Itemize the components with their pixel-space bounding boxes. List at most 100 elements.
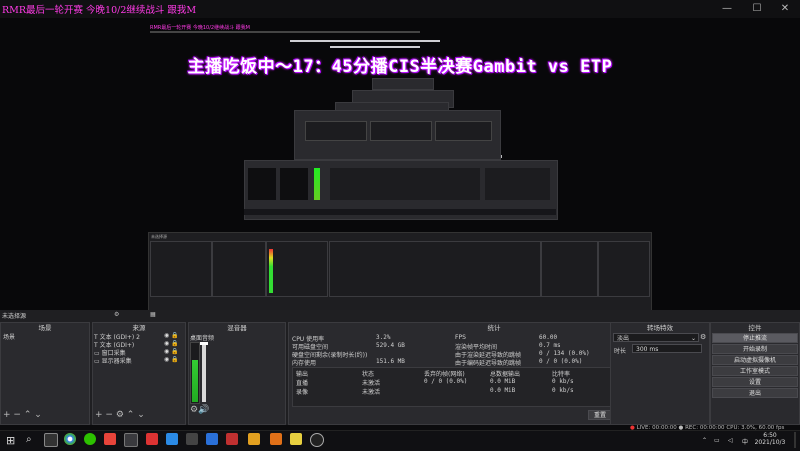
source-item[interactable]: ▭ 显示器采集: [94, 356, 140, 365]
nested-preview: [305, 121, 367, 141]
volume-slider[interactable]: [202, 342, 206, 402]
move-up-icon[interactable]: ⌃: [127, 410, 135, 420]
mixer-footer: ⚙🔊: [190, 405, 209, 415]
clock-time: 6:50: [763, 432, 777, 439]
monitor-icon: ▭: [94, 358, 100, 365]
transitions-header: 转场特效: [647, 324, 673, 332]
source-toggles: ◉ 🔒 ◉ 🔒 ◉ 🔒 ◉ 🔒: [164, 332, 179, 364]
wechat-icon[interactable]: [84, 433, 96, 445]
source-item[interactable]: T 文本 (GDI+) 2: [94, 332, 140, 341]
exit-button[interactable]: 退出: [712, 388, 798, 398]
move-down-icon[interactable]: ⌄: [34, 410, 42, 420]
clock-date: 2021/10/3: [754, 439, 786, 446]
obs-icon[interactable]: [310, 433, 324, 447]
nested-transitions: [541, 241, 598, 297]
source-item[interactable]: ▭ 窗口采集: [94, 348, 140, 357]
visibility-eye-icon[interactable]: ◉ 🔒: [164, 356, 179, 364]
app-icon[interactable]: [226, 433, 238, 445]
source-item[interactable]: T 文本 (GDI+): [94, 340, 140, 349]
scene-item[interactable]: 场景: [3, 332, 15, 341]
gear-icon[interactable]: ⚙: [190, 405, 198, 415]
preview-canvas[interactable]: RMR最后一轮开赛 今晚10/2继续战斗 跟我M 主播吃饭中～17：45分播CI…: [0, 18, 800, 310]
app-icon[interactable]: [166, 433, 178, 445]
app-icon[interactable]: [206, 433, 218, 445]
volume-icon[interactable]: ◁: [728, 437, 733, 444]
nested-preview: [435, 121, 492, 141]
minimize-button[interactable]: —: [712, 0, 742, 18]
app-icon[interactable]: [186, 433, 198, 445]
add-icon[interactable]: +: [3, 410, 11, 420]
stream-overlay-text: 主播吃饭中～17：45分播CIS半决赛Gambit vs ETP: [187, 57, 613, 77]
nested-mixer: [266, 241, 328, 297]
ime-icon[interactable]: 中: [742, 437, 748, 446]
nested-stats: [329, 241, 541, 297]
nested-label: 未选择源: [151, 234, 167, 239]
duration-input[interactable]: 300 ms: [632, 344, 702, 353]
move-up-icon[interactable]: ⌃: [24, 410, 32, 420]
app-icon[interactable]: [248, 433, 260, 445]
show-desktop-button[interactable]: [794, 432, 796, 448]
remove-icon[interactable]: −: [105, 410, 113, 420]
start-virtual-camera-button[interactable]: 启动虚拟摄像机: [712, 355, 798, 365]
mixer-header: 混音器: [227, 324, 247, 332]
network-icon[interactable]: ▭: [714, 437, 720, 444]
speaker-icon[interactable]: 🔊: [198, 405, 209, 415]
nested-preview: [330, 168, 480, 200]
visibility-eye-icon[interactable]: ◉ 🔒: [164, 348, 179, 356]
nested-meter: [269, 249, 273, 293]
stats-left-column: CPU 使用率 3.2% 可用磁盘空间 529.4 GB 硬盘空间剩余(录制时长(约…: [292, 334, 405, 367]
task-view-icon[interactable]: [44, 433, 58, 447]
visibility-eye-icon[interactable]: ◉ 🔒: [164, 340, 179, 348]
app-icon[interactable]: [124, 433, 138, 447]
gear-icon[interactable]: ⚙: [116, 410, 124, 420]
mini-bar: [150, 31, 420, 33]
nested-controls: [598, 241, 650, 297]
controls-header: 控件: [748, 324, 762, 332]
scenes-header: 场景: [38, 324, 52, 332]
sources-list: T 文本 (GDI+) 2 T 文本 (GDI+) ▭ 窗口采集 ▭ 显示器采集: [94, 332, 140, 365]
chrome-icon[interactable]: [64, 433, 76, 445]
mixer-channel-label: 桌面音频: [190, 335, 215, 342]
windows-start-icon[interactable]: ⊞: [6, 434, 15, 447]
chevron-down-icon: ⌄: [690, 335, 696, 342]
stop-streaming-button[interactable]: 停止推流: [712, 333, 798, 343]
chevron-up-icon[interactable]: ⌃: [702, 437, 707, 444]
table-row: 直播 未激活 0 / 0 (0.0%) 0.0 MiB 0 kb/s: [296, 378, 574, 387]
properties-gear-icon[interactable]: ⚙: [114, 311, 119, 318]
move-down-icon[interactable]: ⌄: [137, 410, 145, 420]
app-icon[interactable]: [270, 433, 282, 445]
transition-gear-icon[interactable]: ⚙: [700, 333, 706, 341]
nested-preview: [370, 121, 432, 141]
close-button[interactable]: ✕: [770, 0, 800, 18]
transition-select[interactable]: 淡出 ⌄: [613, 333, 699, 342]
mini-title: RMR最后一轮开赛 今晚10/2继续战斗 跟我M: [150, 25, 250, 31]
nested-sources: [212, 241, 266, 297]
filters-icon[interactable]: ▦: [150, 311, 156, 318]
nested-preview: [485, 168, 550, 200]
mini-bar: [290, 40, 440, 42]
taskbar: [0, 430, 800, 451]
nested-obs-window: 未选择源: [148, 232, 652, 310]
app-icon[interactable]: [146, 433, 158, 445]
add-icon[interactable]: +: [95, 410, 103, 420]
scenes-footer: + − ⌃ ⌄: [3, 410, 42, 420]
search-icon[interactable]: ⌕: [26, 434, 32, 445]
visibility-eye-icon[interactable]: ◉ 🔒: [164, 332, 179, 340]
clock[interactable]: 6:50 2021/10/3: [754, 432, 786, 446]
sources-footer: + − ⚙ ⌃ ⌄: [95, 410, 145, 420]
settings-button[interactable]: 设置: [712, 377, 798, 387]
start-recording-button[interactable]: 开始录制: [712, 344, 798, 354]
window-title-bar: RMR最后一轮开赛 今晚10/2继续战斗 跟我M — ☐ ✕: [0, 0, 800, 18]
nested-preview: [280, 168, 308, 200]
volume-slider-handle[interactable]: [200, 342, 208, 345]
remove-icon[interactable]: −: [13, 410, 21, 420]
reset-stats-button[interactable]: 重置: [588, 410, 612, 420]
app-icon[interactable]: [104, 433, 116, 445]
maximize-button[interactable]: ☐: [742, 0, 772, 18]
app-icon[interactable]: [290, 433, 302, 445]
nested-scenes: [150, 241, 212, 297]
no-source-label: 未选择源: [2, 313, 27, 320]
studio-mode-button[interactable]: 工作室模式: [712, 366, 798, 376]
window-title: RMR最后一轮开赛 今晚10/2继续战斗 跟我M: [2, 5, 197, 16]
nested-taskbar: [244, 209, 556, 215]
